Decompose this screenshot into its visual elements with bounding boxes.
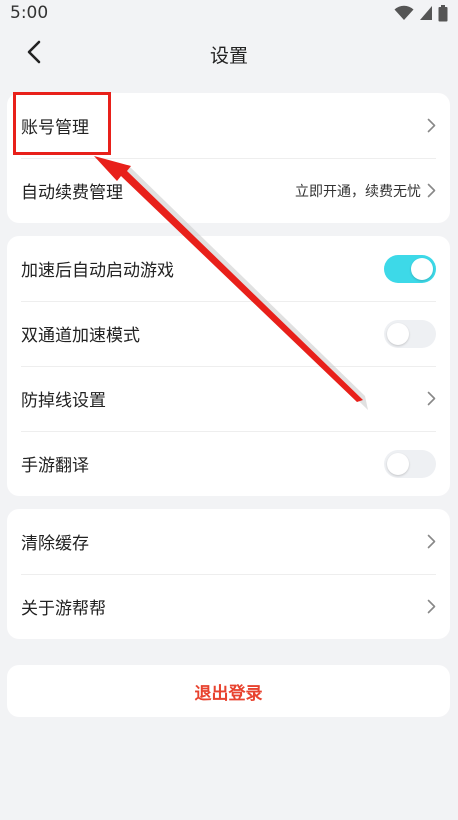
auto-renew-value: 立即开通，续费无忧 — [295, 183, 421, 200]
toggle-knob — [387, 322, 409, 345]
auto-renew-label: 自动续费管理 — [21, 183, 123, 203]
nav-bar: 设置 — [0, 26, 458, 82]
anti-disconnect-row[interactable]: 防掉线设置 — [7, 366, 450, 431]
about-row[interactable]: 关于游帮帮 — [7, 574, 450, 639]
toggle-knob — [387, 452, 409, 475]
back-arrow-icon — [27, 40, 41, 68]
anti-disconnect-label: 防掉线设置 — [21, 391, 106, 411]
auto-launch-toggle[interactable] — [384, 254, 436, 283]
chevron-right-icon — [427, 534, 436, 549]
toggle-knob — [411, 257, 433, 280]
status-time: 5:00 — [10, 3, 49, 23]
mobile-translate-row: 手游翻译 — [7, 431, 450, 496]
signal-icon — [419, 5, 433, 21]
auto-launch-row: 加速后自动启动游戏 — [7, 236, 450, 301]
chevron-right-icon — [427, 391, 436, 406]
wifi-icon — [394, 5, 414, 21]
dual-channel-toggle[interactable] — [384, 319, 436, 348]
auto-renew-right: 立即开通，续费无忧 — [295, 181, 436, 201]
clear-cache-label: 清除缓存 — [21, 534, 89, 554]
status-icons — [394, 4, 448, 22]
account-settings-card: 账号管理 自动续费管理 立即开通，续费无忧 — [7, 93, 450, 223]
page-title: 设置 — [209, 44, 248, 67]
game-settings-card: 加速后自动启动游戏 双通道加速模式 防掉线设置 手游翻译 — [7, 236, 450, 496]
account-management-row[interactable]: 账号管理 — [7, 93, 450, 158]
logout-label: 退出登录 — [194, 683, 263, 704]
back-button[interactable] — [18, 38, 50, 70]
dual-channel-row: 双通道加速模式 — [7, 301, 450, 366]
about-label: 关于游帮帮 — [21, 599, 106, 619]
account-management-label: 账号管理 — [21, 118, 89, 138]
dual-channel-label: 双通道加速模式 — [21, 326, 140, 346]
chevron-right-icon — [427, 118, 436, 133]
logout-card: 退出登录 — [7, 665, 450, 717]
clear-cache-row[interactable]: 清除缓存 — [7, 509, 450, 574]
auto-renew-row[interactable]: 自动续费管理 立即开通，续费无忧 — [7, 158, 450, 223]
status-bar: 5:00 — [0, 0, 458, 26]
battery-icon — [438, 4, 448, 22]
logout-button[interactable]: 退出登录 — [7, 665, 450, 717]
mobile-translate-label: 手游翻译 — [21, 456, 89, 476]
misc-settings-card: 清除缓存 关于游帮帮 — [7, 509, 450, 639]
auto-launch-label: 加速后自动启动游戏 — [21, 261, 174, 281]
chevron-right-icon — [427, 599, 436, 614]
mobile-translate-toggle[interactable] — [384, 449, 436, 478]
chevron-right-icon — [427, 183, 436, 198]
